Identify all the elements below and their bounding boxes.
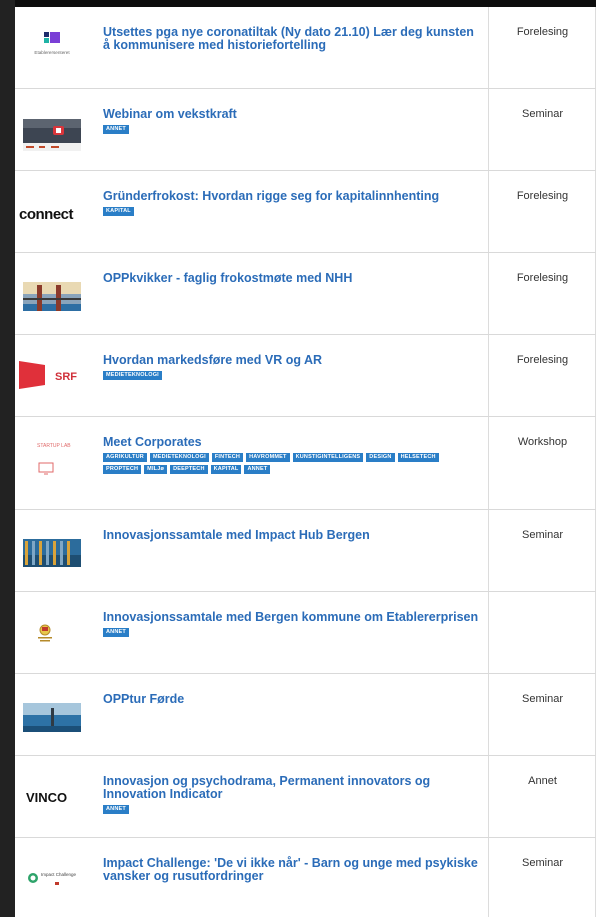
startup-lab-logo-icon: STARTUP LAB [37, 443, 71, 475]
event-row[interactable]: STARTUP LAB Meet Corporates AGRIKULTUR M… [15, 417, 596, 510]
event-title-link[interactable]: Innovasjonssamtale med Impact Hub Bergen [103, 529, 483, 542]
event-row[interactable]: OPPkvikker - faglig frokostmøte med NHH … [15, 253, 596, 335]
column-divider [488, 335, 489, 416]
tag-badge[interactable]: MEDIETEKNOLOGI [149, 453, 209, 462]
event-type: Forelesing [516, 26, 569, 38]
column-divider [488, 253, 489, 334]
column-divider [488, 592, 489, 673]
column-divider [488, 838, 489, 917]
tag-badge[interactable]: KAPITAL [210, 465, 242, 474]
event-thumbnail[interactable]: Etablerersenteret [15, 7, 88, 88]
event-type: Seminar [522, 857, 563, 869]
event-title-link[interactable]: Hvordan markedsføre med VR og AR [103, 354, 483, 367]
startup-lab-logo-text: STARTUP LAB [37, 443, 71, 449]
event-thumbnail[interactable] [15, 510, 88, 591]
tag-list: ANNET [103, 628, 483, 637]
event-thumbnail[interactable] [15, 674, 88, 755]
harbor-image-icon [23, 282, 81, 311]
event-thumbnail[interactable]: connect [15, 171, 88, 252]
vinco-logo-icon: VINCO [26, 790, 67, 805]
event-title-link[interactable]: OPPtur Førde [103, 693, 483, 706]
tag-badge[interactable]: KUNSTIGINTELLIGENS [292, 453, 364, 462]
tag-badge[interactable]: FINTECH [211, 453, 244, 462]
event-title-link[interactable]: Meet Corporates [103, 436, 483, 449]
impact-challenge-logo-icon: Impact Challenge [28, 872, 77, 885]
event-thumbnail[interactable]: SRF [15, 335, 88, 416]
tag-list: ANNET [103, 805, 483, 814]
event-row[interactable]: Webinar om vekstkraft ANNET Seminar [15, 89, 596, 171]
column-divider [488, 756, 489, 837]
bergen-kommune-logo-icon [38, 624, 52, 642]
event-thumbnail[interactable] [15, 253, 88, 334]
event-row[interactable]: Innovasjonssamtale med Impact Hub Bergen… [15, 510, 596, 592]
tag-list: AGRIKULTUR MEDIETEKNOLOGI FINTECH HAVROM… [103, 453, 475, 474]
srf-logo-text: SRF [55, 371, 77, 383]
etablerersenteret-logo-text: Etablerersenteret [34, 50, 70, 55]
column-divider [488, 7, 489, 88]
event-row[interactable]: Etablerersenteret Utsettes pga nye coron… [15, 7, 596, 89]
event-title-link[interactable]: Innovasjon og psychodrama, Permanent inn… [103, 775, 483, 801]
impact-challenge-logo-text: Impact Challenge [41, 872, 77, 877]
etablerersenteret-logo-icon: Etablerersenteret [34, 31, 70, 55]
hub-image-icon [23, 539, 81, 567]
srf-logo-icon: SRF [19, 361, 77, 389]
column-divider [488, 510, 489, 591]
event-title-link[interactable]: Webinar om vekstkraft [103, 108, 483, 121]
tag-badge[interactable]: ANNET [103, 628, 129, 637]
event-row[interactable]: Impact Challenge Impact Challenge: 'De v… [15, 838, 596, 917]
connect-logo-text: connect [19, 206, 74, 223]
event-thumbnail[interactable] [15, 89, 88, 170]
tag-list: KAPITAL [103, 207, 483, 216]
tag-badge[interactable]: DESIGN [366, 453, 395, 462]
event-row[interactable]: connect Gründerfrokost: Hvordan rigge se… [15, 171, 596, 253]
event-thumbnail[interactable] [15, 592, 88, 673]
column-divider [488, 417, 489, 509]
connect-logo-icon: connect [19, 206, 74, 223]
event-row[interactable]: SRF Hvordan markedsføre med VR og AR MED… [15, 335, 596, 417]
event-list: Etablerersenteret Utsettes pga nye coron… [15, 7, 596, 917]
tag-list: MEDIETEKNOLOGI [103, 371, 483, 380]
event-thumbnail[interactable]: Impact Challenge [15, 838, 88, 917]
column-divider [488, 674, 489, 755]
event-title-link[interactable]: Utsettes pga nye coronatiltak (Ny dato 2… [103, 26, 483, 52]
event-type: Seminar [522, 693, 563, 705]
event-type: Seminar [522, 108, 563, 120]
event-row[interactable]: Innovasjonssamtale med Bergen kommune om… [15, 592, 596, 674]
event-thumbnail[interactable]: STARTUP LAB [15, 417, 88, 509]
tag-badge[interactable]: HAVROMMET [246, 453, 290, 462]
tag-badge[interactable]: ANNET [103, 805, 129, 814]
event-title-link[interactable]: Innovasjonssamtale med Bergen kommune om… [103, 611, 483, 624]
event-title-link[interactable]: OPPkvikker - faglig frokostmøte med NHH [103, 272, 483, 285]
event-type: Annet [528, 775, 557, 787]
webinar-image-icon [23, 119, 81, 151]
event-type: Seminar [522, 529, 563, 541]
vinco-logo-text: VINCO [26, 790, 67, 805]
event-type: Forelesing [516, 190, 569, 202]
event-type: Forelesing [516, 354, 569, 366]
event-thumbnail[interactable]: VINCO [15, 756, 88, 837]
tag-badge[interactable]: HELSETECH [397, 453, 439, 462]
column-divider [488, 171, 489, 252]
tag-badge[interactable]: PROPTECH [103, 465, 142, 474]
tag-badge[interactable]: MEDIETEKNOLOGI [103, 371, 162, 380]
tag-badge[interactable]: ANNET [103, 125, 129, 134]
event-row[interactable]: VINCO Innovasjon og psychodrama, Permane… [15, 756, 596, 838]
event-title-link[interactable]: Impact Challenge: 'De vi ikke når' - Bar… [103, 857, 483, 883]
event-type: Workshop [517, 436, 568, 448]
event-type: Forelesing [516, 272, 569, 284]
event-row[interactable]: OPPtur Førde Seminar [15, 674, 596, 756]
tag-badge[interactable]: KAPITAL [103, 207, 134, 216]
tag-badge[interactable]: ANNET [244, 465, 271, 474]
top-bar [15, 0, 596, 7]
forde-image-icon [23, 703, 81, 732]
tag-badge[interactable]: MILJø [144, 465, 168, 474]
tag-badge[interactable]: DEEPTECH [170, 465, 208, 474]
tag-list: ANNET [103, 125, 483, 134]
tag-badge[interactable]: AGRIKULTUR [103, 453, 147, 462]
event-title-link[interactable]: Gründerfrokost: Hvordan rigge seg for ka… [103, 190, 483, 203]
column-divider [488, 89, 489, 170]
